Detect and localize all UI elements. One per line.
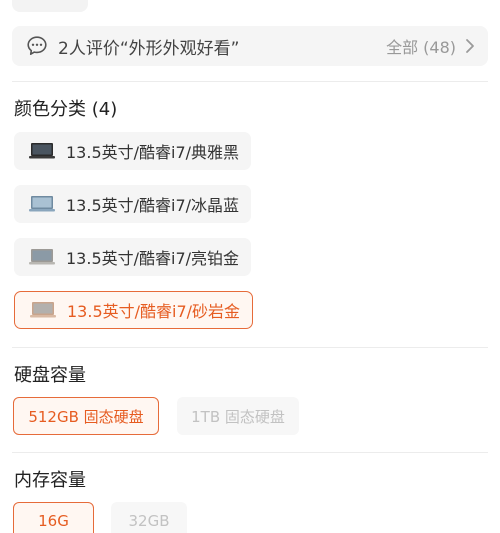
color-option-label: 13.5英寸/酷睿i7/典雅黑: [66, 143, 240, 162]
review-all-count[interactable]: 全部 (48): [386, 34, 456, 58]
review-summary-bar[interactable]: 2人评价“外形外观好看” 全部 (48): [12, 26, 488, 66]
sku-selector-page: 2人评价“外形外观好看” 全部 (48) 颜色分类 (4) 13.5英寸/酷睿i…: [0, 0, 500, 533]
laptop-thumbnail-icon: [29, 196, 55, 212]
color-option-label: 13.5英寸/酷睿i7/亮铂金: [66, 249, 240, 268]
color-option-label: 13.5英寸/酷睿i7/砂岩金: [67, 302, 241, 321]
color-option-blue[interactable]: 13.5英寸/酷睿i7/冰晶蓝: [14, 185, 252, 223]
section-divider: [12, 347, 488, 348]
clipped-top-element: [12, 0, 88, 12]
laptop-thumbnail-icon: [29, 249, 55, 265]
review-summary-text: 2人评价“外形外观好看”: [58, 38, 240, 59]
storage-option-512gb[interactable]: 512GB 固态硬盘: [13, 397, 159, 435]
color-option-platinum[interactable]: 13.5英寸/酷睿i7/亮铂金: [14, 238, 252, 276]
memory-option-32gb[interactable]: 32GB: [111, 502, 187, 533]
laptop-thumbnail-icon: [30, 302, 56, 318]
storage-option-1tb[interactable]: 1TB 固态硬盘: [177, 397, 299, 435]
color-option-black[interactable]: 13.5英寸/酷睿i7/典雅黑: [14, 132, 252, 170]
chat-bubble-icon: [27, 36, 47, 55]
color-option-label: 13.5英寸/酷睿i7/冰晶蓝: [66, 196, 240, 215]
chevron-right-icon: [466, 39, 474, 53]
laptop-thumbnail-icon: [29, 143, 55, 159]
clipped-top-right-element: [374, 0, 470, 2]
section-divider: [12, 81, 488, 82]
color-section-title: 颜色分类 (4): [14, 99, 118, 120]
memory-option-16g[interactable]: 16G: [13, 502, 94, 533]
color-option-sandstone[interactable]: 13.5英寸/酷睿i7/砂岩金: [14, 291, 254, 329]
memory-section-title: 内存容量: [14, 470, 86, 491]
storage-section-title: 硬盘容量: [14, 365, 86, 386]
section-divider: [12, 452, 488, 453]
